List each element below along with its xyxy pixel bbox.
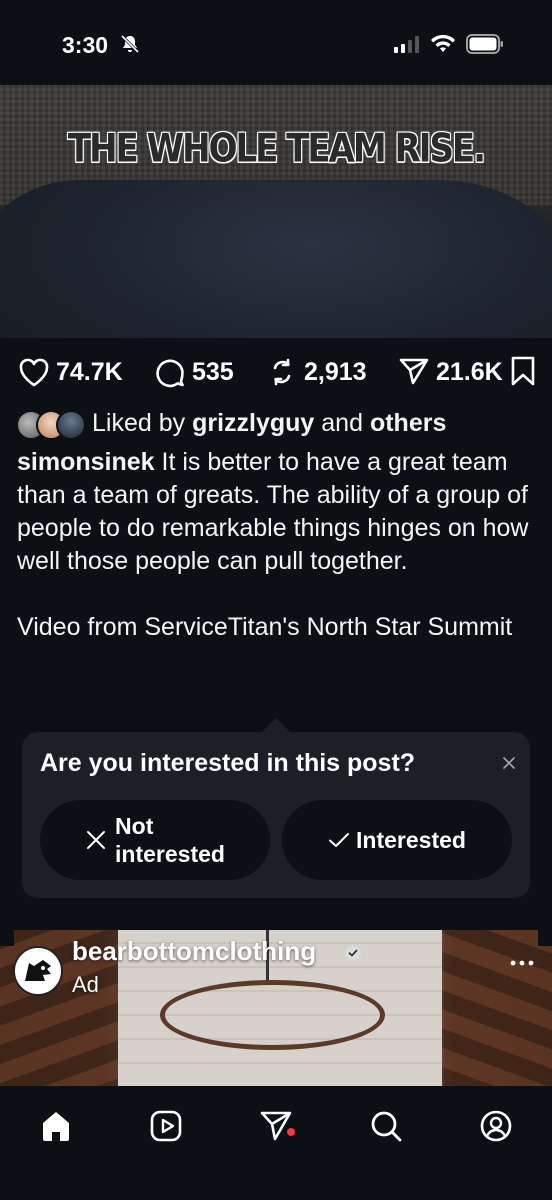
not-interested-label-line1: Not xyxy=(115,813,154,839)
video-frame-jeans xyxy=(0,180,552,338)
more-options-icon[interactable] xyxy=(510,954,534,972)
repost-icon xyxy=(273,358,291,386)
status-time: 3:30 xyxy=(62,32,109,58)
interested-button[interactable]: Interested xyxy=(282,800,512,880)
caption-footer: Video from ServiceTitan's North Star Sum… xyxy=(17,613,513,641)
reels-icon[interactable] xyxy=(144,1104,188,1148)
share-count: 21.6K xyxy=(436,357,503,386)
search-icon[interactable] xyxy=(364,1104,408,1148)
prompt-notch xyxy=(261,717,291,747)
battery-icon xyxy=(466,34,504,59)
not-interested-label: Not interested xyxy=(115,812,225,868)
caption-author[interactable]: simonsinek xyxy=(17,448,155,476)
bell-muted-icon xyxy=(120,34,140,59)
comment-count: 535 xyxy=(192,357,234,386)
status-bar: 3:30 xyxy=(0,0,552,85)
x-icon xyxy=(87,831,106,849)
wifi-icon xyxy=(430,34,456,59)
ad-sponsored-label: Ad xyxy=(72,972,99,997)
ad-account-avatar[interactable] xyxy=(13,946,63,996)
ad-media-chandelier xyxy=(160,980,385,1050)
comment-button[interactable]: 535 xyxy=(154,356,234,388)
bottom-nav xyxy=(0,1086,552,1200)
like-button[interactable]: 74.7K xyxy=(18,357,123,387)
not-interested-button[interactable]: Not interested xyxy=(40,800,270,880)
liked-by-row[interactable]: Liked by grizzlyguy and others xyxy=(16,405,446,441)
cellular-signal-icon xyxy=(394,35,420,58)
post-actions: 74.7K 535 2,913 21.6K xyxy=(18,352,538,392)
bookmark-icon xyxy=(511,356,535,386)
like-count: 74.7K xyxy=(56,357,123,386)
send-icon xyxy=(399,358,429,385)
avatar xyxy=(56,410,86,440)
interest-prompt-title: Are you interested in this post? xyxy=(40,749,416,777)
comment-icon xyxy=(156,359,184,388)
ad-media-corner xyxy=(0,930,14,946)
post-video[interactable]: THE WHOLE TEAM RISE. xyxy=(0,85,552,338)
save-button[interactable] xyxy=(510,356,536,391)
not-interested-label-line2: interested xyxy=(115,841,225,867)
share-button[interactable]: 21.6K xyxy=(398,356,503,388)
status-indicators xyxy=(394,34,504,59)
ad-account-name[interactable]: bearbottomclothing xyxy=(72,936,316,967)
liked-by-and: and xyxy=(321,408,363,437)
home-icon[interactable] xyxy=(34,1104,78,1148)
repost-button[interactable]: 2,913 xyxy=(266,356,367,388)
liked-by-user[interactable]: grizzlyguy xyxy=(192,409,314,438)
repost-count: 2,913 xyxy=(304,357,367,386)
notification-dot xyxy=(287,1128,295,1136)
interested-label: Interested xyxy=(356,826,466,853)
video-caption-overlay: THE WHOLE TEAM RISE. xyxy=(67,126,486,172)
liked-by-avatars xyxy=(16,408,86,440)
ad-media-corner xyxy=(538,930,552,946)
heart-icon xyxy=(19,358,49,387)
liked-by-prefix: Liked by xyxy=(92,408,186,437)
interest-prompt-card: Are you interested in this post? Not int… xyxy=(22,717,530,898)
profile-icon[interactable] xyxy=(474,1104,518,1148)
checkmark-icon xyxy=(329,833,350,847)
ad-media-beam xyxy=(442,930,552,1086)
messages-icon[interactable] xyxy=(254,1104,298,1148)
close-icon[interactable] xyxy=(502,756,516,775)
liked-by-others[interactable]: others xyxy=(370,409,446,438)
post-caption: simonsinek It is better to have a great … xyxy=(17,446,537,644)
verified-badge-icon xyxy=(344,944,362,967)
bear-logo-icon xyxy=(25,960,51,981)
